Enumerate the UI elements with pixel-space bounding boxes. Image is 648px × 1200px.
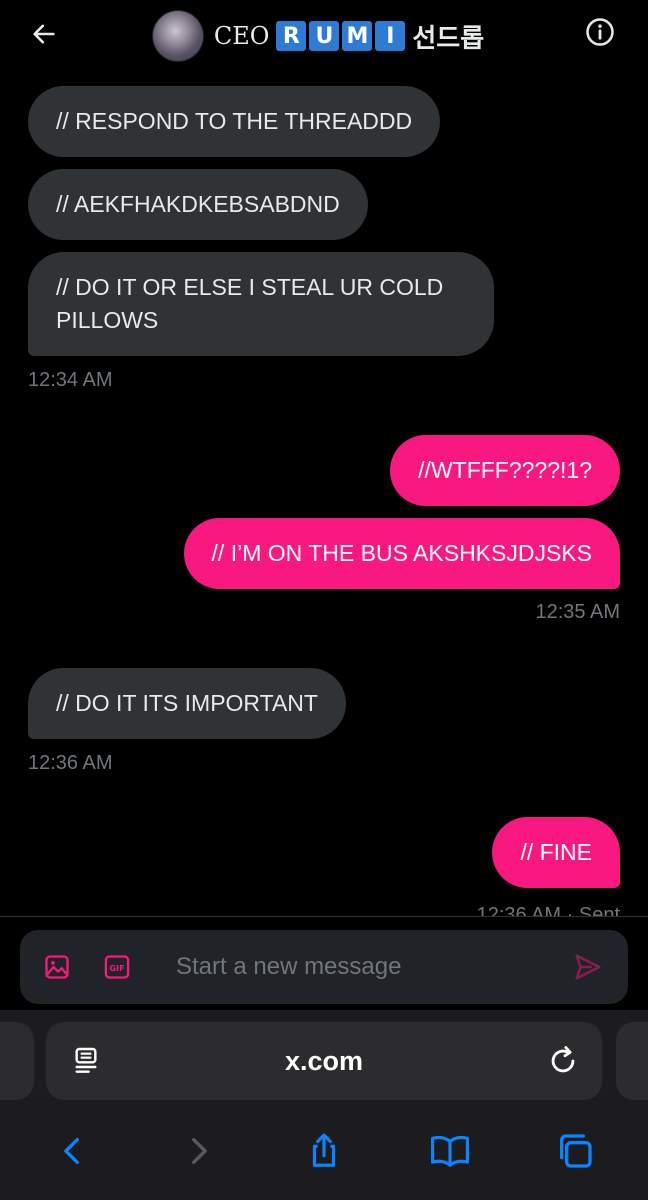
browser-toolbar	[0, 1102, 648, 1200]
message-bubble-outgoing[interactable]: //WTFFF????!1?	[390, 435, 620, 506]
message-input[interactable]: Start a new message	[176, 953, 570, 981]
svg-text:GIF: GIF	[109, 963, 124, 973]
timestamp: 12:36 AM	[28, 752, 113, 774]
timestamp-sent: 12:36 AM · Sent	[476, 904, 620, 916]
message-bubble-outgoing[interactable]: // I’M ON THE BUS AKSHKSJDJSKS	[183, 518, 620, 589]
browser-chrome: x.com	[0, 1010, 648, 1200]
message-bubble-incoming[interactable]: // DO IT ITS IMPORTANT	[28, 668, 346, 739]
tabs-button[interactable]	[550, 1126, 600, 1176]
avatar[interactable]	[151, 10, 204, 62]
previous-tab-peek[interactable]	[0, 1022, 34, 1100]
name-tile: U	[309, 21, 340, 51]
name-tile: R	[276, 21, 307, 51]
divider	[0, 916, 648, 917]
message-bubble-incoming[interactable]: // AEKFHAKDKEBSABDND	[28, 169, 368, 240]
browser-forward-button[interactable]	[173, 1126, 223, 1176]
back-button[interactable]	[26, 16, 62, 52]
address-bar[interactable]: x.com	[46, 1022, 602, 1100]
info-icon	[586, 18, 614, 46]
bookmarks-icon	[430, 1136, 469, 1167]
send-icon	[575, 954, 601, 980]
share-icon	[312, 1133, 336, 1167]
arrow-left-icon	[33, 24, 55, 44]
timestamp: 12:34 AM	[28, 369, 113, 391]
name-tile: I	[375, 21, 406, 51]
message-bubble-incoming[interactable]: // RESPOND TO THE THREADDD	[28, 86, 441, 157]
info-button[interactable]	[582, 14, 618, 50]
timestamp: 12:35 AM	[535, 601, 620, 623]
share-button[interactable]	[299, 1126, 349, 1176]
send-button[interactable]	[570, 949, 606, 985]
browser-back-button[interactable]	[48, 1126, 98, 1176]
conversation-title[interactable]: CEO R U M I 선드롭	[151, 10, 484, 62]
forward-icon	[192, 1137, 208, 1165]
next-tab-peek[interactable]	[616, 1022, 648, 1100]
tabs-icon	[560, 1134, 592, 1168]
name-prefix: CEO	[213, 22, 270, 50]
back-icon	[64, 1137, 79, 1165]
page-menu-icon[interactable]	[70, 1045, 102, 1077]
message-bubble-incoming[interactable]: // DO IT OR ELSE I STEAL UR COLD PILLOWS	[28, 252, 494, 356]
gif-icon: GIF	[104, 955, 130, 979]
image-icon	[45, 955, 69, 979]
message-thread[interactable]: // RESPOND TO THE THREADDD // AEKFHAKDKE…	[0, 72, 648, 916]
message-composer: GIF Start a new message	[20, 930, 628, 1004]
gif-button[interactable]: GIF	[102, 952, 132, 982]
conversation-header: CEO R U M I 선드롭	[0, 0, 648, 72]
image-button[interactable]	[42, 952, 72, 982]
message-bubble-outgoing[interactable]: // FINE	[492, 817, 620, 888]
reload-icon[interactable]	[546, 1044, 580, 1078]
name-suffix: 선드롭	[412, 23, 485, 54]
name-tile: M	[342, 21, 373, 51]
display-name: CEO R U M I 선드롭	[214, 18, 484, 55]
url-text: x.com	[284, 1045, 364, 1076]
bookmarks-button[interactable]	[425, 1126, 475, 1176]
